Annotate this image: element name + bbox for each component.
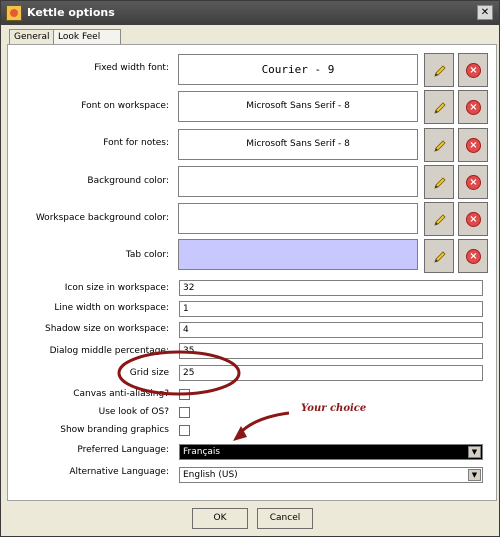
reset-notes-font-button[interactable]: × bbox=[458, 128, 488, 162]
close-button[interactable]: ✕ bbox=[477, 5, 493, 20]
pencil-icon bbox=[434, 102, 446, 114]
edit-notes-font-button[interactable] bbox=[424, 128, 454, 162]
delete-x-icon: × bbox=[466, 100, 481, 115]
alternative-language-select[interactable]: English (US) ▼ bbox=[179, 467, 483, 483]
pencil-icon bbox=[434, 214, 446, 226]
reset-tab-color-button[interactable]: × bbox=[458, 239, 488, 273]
cancel-button[interactable]: Cancel bbox=[257, 508, 313, 529]
tab-color-swatch bbox=[178, 239, 418, 270]
font-workspace-value: Microsoft Sans Serif - 8 bbox=[178, 91, 418, 122]
ok-button[interactable]: OK bbox=[192, 508, 248, 529]
delete-x-icon: × bbox=[466, 175, 481, 190]
shadow-size-input[interactable]: 4 bbox=[179, 322, 483, 338]
your-choice-annotation: Your choice bbox=[301, 403, 367, 414]
pencil-icon bbox=[434, 140, 446, 152]
icon-size-input[interactable]: 32 bbox=[179, 280, 483, 296]
pencil-icon bbox=[434, 177, 446, 189]
use-look-of-os-checkbox[interactable] bbox=[179, 407, 190, 418]
reset-workspace-color-button[interactable]: × bbox=[458, 202, 488, 236]
chevron-down-icon[interactable]: ▼ bbox=[468, 469, 481, 481]
dialog-middle-percentage-label: Dialog middle percentage: bbox=[49, 346, 169, 356]
delete-x-icon: × bbox=[466, 138, 481, 153]
background-color-swatch bbox=[178, 166, 418, 197]
edit-fixed-font-button[interactable] bbox=[424, 53, 454, 87]
chevron-down-icon[interactable]: ▼ bbox=[468, 446, 481, 458]
preferred-language-label: Preferred Language: bbox=[77, 445, 169, 455]
preferred-language-value: Français bbox=[183, 447, 221, 457]
font-workspace-label: Font on workspace: bbox=[81, 101, 169, 111]
grid-size-label: Grid size bbox=[129, 368, 169, 378]
fixed-width-font-label: Fixed width font: bbox=[94, 63, 169, 73]
workspace-background-color-swatch bbox=[178, 203, 418, 234]
font-notes-label: Font for notes: bbox=[103, 138, 169, 148]
reset-fixed-font-button[interactable]: × bbox=[458, 53, 488, 87]
fixed-width-font-value: Courier - 9 bbox=[178, 54, 418, 85]
preferred-language-select[interactable]: Français ▼ bbox=[179, 444, 483, 460]
grid-size-input[interactable]: 25 bbox=[179, 365, 483, 381]
edit-workspace-color-button[interactable] bbox=[424, 202, 454, 236]
dialog-middle-percentage-input[interactable]: 35 bbox=[179, 343, 483, 359]
reset-background-color-button[interactable]: × bbox=[458, 165, 488, 199]
edit-background-color-button[interactable] bbox=[424, 165, 454, 199]
title-bar: Kettle options ✕ bbox=[1, 1, 499, 25]
delete-x-icon: × bbox=[466, 212, 481, 227]
show-branding-label: Show branding graphics bbox=[60, 425, 169, 435]
delete-x-icon: × bbox=[466, 63, 481, 78]
tab-color-label: Tab color: bbox=[125, 250, 169, 260]
window-title: Kettle options bbox=[27, 6, 115, 19]
pencil-icon bbox=[434, 65, 446, 77]
kettle-options-window: Kettle options ✕ General Look Feel Fixed… bbox=[0, 0, 500, 537]
canvas-anti-aliasing-checkbox[interactable] bbox=[179, 389, 190, 400]
kettle-icon bbox=[6, 5, 22, 21]
tab-general[interactable]: General bbox=[9, 29, 59, 44]
delete-x-icon: × bbox=[466, 249, 481, 264]
canvas-anti-aliasing-label: Canvas anti-aliasing? bbox=[73, 389, 169, 399]
line-width-label: Line width on workspace: bbox=[54, 303, 169, 313]
pencil-icon bbox=[434, 251, 446, 263]
reset-workspace-font-button[interactable]: × bbox=[458, 90, 488, 124]
alternative-language-value: English (US) bbox=[183, 470, 238, 480]
tab-look-feel[interactable]: Look Feel bbox=[53, 29, 121, 44]
alternative-language-label: Alternative Language: bbox=[69, 467, 169, 477]
shadow-size-label: Shadow size on workspace: bbox=[45, 324, 169, 334]
edit-workspace-font-button[interactable] bbox=[424, 90, 454, 124]
workspace-background-color-label: Workspace background color: bbox=[35, 213, 169, 223]
font-notes-value: Microsoft Sans Serif - 8 bbox=[178, 129, 418, 160]
use-look-of-os-label: Use look of OS? bbox=[98, 407, 169, 417]
icon-size-label: Icon size in workspace: bbox=[64, 283, 169, 293]
line-width-input[interactable]: 1 bbox=[179, 301, 483, 317]
show-branding-checkbox[interactable] bbox=[179, 425, 190, 436]
edit-tab-color-button[interactable] bbox=[424, 239, 454, 273]
background-color-label: Background color: bbox=[87, 176, 169, 186]
